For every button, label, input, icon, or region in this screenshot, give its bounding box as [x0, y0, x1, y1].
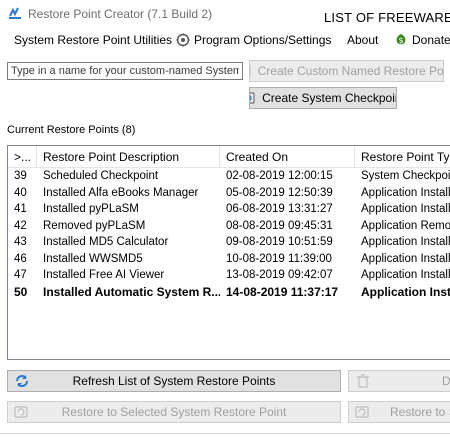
money-icon: $ [394, 33, 408, 47]
cell-id: 42 [14, 219, 27, 232]
menu-item-label: Donate [412, 33, 450, 47]
table-row[interactable]: 42 Removed pyPLaSM 08-08-2019 09:45:31 Appl… [8, 218, 450, 235]
button-label: Create System Checkpoint [262, 91, 397, 105]
refresh-icon [14, 374, 30, 388]
watermark-text: LIST OF FREEWARE [324, 10, 450, 25]
cell-created-on: 05-08-2019 12:50:39 [226, 186, 333, 199]
cell-created-on: 14-08-2019 11:37:17 [226, 284, 339, 299]
cell-created-on: 02-08-2019 12:00:15 [226, 170, 333, 182]
create-custom-restore-point-button[interactable]: Create Custom Named Restore Point [249, 60, 444, 82]
list-rows: 39 Scheduled Checkpoint 02-08-2019 12:00:1… [8, 168, 450, 300]
cell-description: Installed WWSMD5 [43, 252, 143, 265]
create-system-checkpoint-button[interactable]: Create System Checkpoint [249, 87, 397, 109]
trash-icon [355, 374, 371, 388]
cell-type: Application Install [361, 284, 450, 299]
button-label: Refresh List of System Restore Points [72, 374, 276, 388]
menu-about[interactable]: About [347, 31, 378, 49]
cell-id: 50 [14, 284, 28, 299]
cell-type: Application Removal [361, 219, 450, 232]
menu-program-options[interactable]: Program Options/Settings [176, 31, 331, 49]
button-label: Restore to Se [390, 405, 450, 419]
table-row[interactable]: 41 Installed pyPLaSM 06-08-2019 13:31:27 Ap… [8, 201, 450, 218]
table-row[interactable]: 50 Installed Automatic System R... 14-08-2… [8, 284, 450, 301]
cell-type: Application Install [361, 252, 450, 265]
cell-created-on: 08-08-2019 09:45:31 [226, 219, 333, 232]
restore-points-list[interactable]: >... Restore Point Description Created O… [7, 145, 450, 360]
column-header-created-on[interactable]: Created On [220, 146, 355, 168]
restore-icon [355, 405, 371, 419]
menu-item-label: Program Options/Settings [194, 33, 332, 47]
menu-item-label: System Restore Point Utilities [14, 33, 173, 47]
cell-description: Installed Automatic System R... [43, 284, 220, 299]
gear-icon [176, 33, 190, 47]
menu-system-restore-utilities[interactable]: System Restore Point Utilities [14, 31, 172, 49]
cell-type: Application Install [361, 186, 450, 199]
bottom-divider [0, 433, 450, 434]
restore-point-name-input[interactable] [7, 62, 243, 80]
restore-to-selected-button[interactable]: Restore to Selected System Restore Point [7, 401, 341, 423]
window-title: Restore Point Creator (7.1 Build 2) [28, 7, 213, 21]
table-row[interactable]: 39 Scheduled Checkpoint 02-08-2019 12:00:1… [8, 168, 450, 185]
table-row[interactable]: 46 Installed WWSMD5 10-08-2019 11:39:00 App… [8, 251, 450, 268]
table-row[interactable]: 40 Installed Alfa eBooks Manager 05-08-201… [8, 185, 450, 202]
cell-description: Scheduled Checkpoint [43, 170, 159, 182]
cell-description: Installed Free AI Viewer [43, 269, 165, 281]
table-row[interactable]: 43 Installed MD5 Calculator 09-08-2019 10:… [8, 234, 450, 251]
menu-bar: System Restore Point Utilities Program O… [0, 28, 450, 50]
button-label: D [442, 374, 450, 388]
restore-safe-mode-button[interactable]: Restore to Se [348, 401, 450, 423]
refresh-list-button[interactable]: Refresh List of System Restore Points [7, 370, 341, 392]
delete-restore-point-button[interactable]: D [348, 370, 450, 392]
cell-id: 47 [14, 269, 27, 281]
cell-created-on: 13-08-2019 09:42:07 [226, 269, 333, 281]
cell-type: Application Install [361, 236, 450, 248]
cell-created-on: 09-08-2019 10:51:59 [226, 236, 333, 248]
cell-created-on: 10-08-2019 11:39:00 [226, 252, 332, 265]
cell-description: Removed pyPLaSM [43, 219, 146, 232]
current-restore-points-label: Current Restore Points (8) [7, 124, 136, 136]
cell-id: 40 [14, 186, 27, 199]
svg-text:$: $ [398, 36, 403, 45]
cell-id: 46 [14, 252, 27, 265]
cell-id: 39 [14, 170, 27, 182]
button-label: Create Custom Named Restore Point [257, 64, 444, 78]
menu-item-label: About [347, 33, 379, 47]
table-row[interactable]: 47 Installed Free AI Viewer 13-08-2019 09:… [8, 267, 450, 284]
restore-icon [14, 405, 30, 419]
cell-created-on: 06-08-2019 13:31:27 [226, 203, 333, 215]
cell-description: Installed MD5 Calculator [43, 236, 169, 248]
cell-type: Application Install [361, 203, 450, 215]
column-header-id[interactable]: >... [8, 146, 37, 168]
menu-donate[interactable]: $ Donate [394, 31, 450, 49]
column-header-type[interactable]: Restore Point Type [355, 146, 450, 168]
cell-type: Application Install [361, 269, 450, 281]
refresh-icon [250, 64, 253, 78]
checkpoint-icon [250, 91, 257, 105]
column-header-description[interactable]: Restore Point Description [37, 146, 220, 168]
app-logo-icon [8, 6, 22, 20]
cell-description: Installed pyPLaSM [43, 203, 139, 215]
cell-id: 43 [14, 236, 27, 248]
list-header: >... Restore Point Description Created O… [8, 146, 450, 168]
cell-type: System Checkpoint [361, 170, 450, 182]
title-bar: Restore Point Creator (7.1 Build 2) LIST… [0, 0, 450, 28]
cell-description: Installed Alfa eBooks Manager [43, 186, 199, 199]
cell-id: 41 [14, 203, 27, 215]
button-label: Restore to Selected System Restore Point [61, 405, 287, 419]
